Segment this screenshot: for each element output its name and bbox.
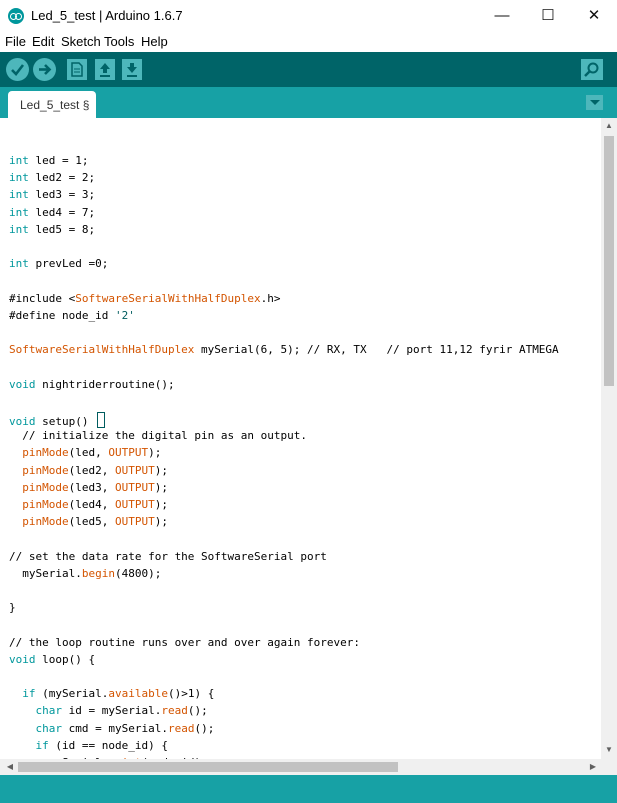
code-line: int prevLed =0; (9, 257, 109, 271)
tab-bar: Led_5_test § (0, 87, 617, 118)
code-line: pinMode(led5, OUTPUT); (22, 515, 168, 529)
menu-edit[interactable]: Edit (32, 34, 54, 49)
menu-bar: File Edit Sketch Tools Help (0, 31, 617, 52)
code-line: #define node_id '2' (9, 308, 135, 322)
magnifier-icon (584, 62, 599, 77)
code-line: if (id == node_id) { (35, 738, 168, 752)
verify-button[interactable] (6, 58, 29, 81)
code-line: int led2 = 2; (9, 171, 96, 185)
open-button[interactable] (95, 59, 115, 80)
serial-monitor-button[interactable] (581, 59, 603, 80)
horizontal-scroll-thumb[interactable] (18, 762, 398, 772)
code-line: pinMode(led2, OUTPUT); (22, 463, 168, 477)
code-line: SoftwareSerialWithHalfDuplex mySerial(6,… (9, 343, 559, 357)
status-bar (0, 775, 617, 803)
scroll-right-icon[interactable]: ▶ (585, 762, 601, 771)
save-button[interactable] (122, 59, 142, 80)
code-line: #include <SoftwareSerialWithHalfDuplex.h… (9, 291, 281, 305)
toolbar (0, 52, 617, 87)
code-line: char id = mySerial.read(); (35, 704, 208, 718)
code-line: pinMode(led4, OUTPUT); (22, 498, 168, 511)
menu-file[interactable]: File (5, 34, 26, 49)
code-line: int led5 = 8; (9, 222, 96, 236)
checkmark-icon (11, 64, 25, 76)
tab-menu-dropdown-icon[interactable] (586, 95, 603, 110)
maximize-button[interactable]: ☐ (525, 0, 571, 31)
code-line: pinMode(led3, OUTPUT); (22, 480, 168, 494)
window-title: Led_5_test | Arduino 1.6.7 (31, 8, 183, 23)
menu-help[interactable]: Help (141, 34, 168, 49)
upload-button[interactable] (33, 58, 56, 81)
menu-tools[interactable]: Tools (104, 34, 134, 49)
code-line: mySerial.begin(4800); (9, 566, 162, 580)
code-line: pinMode(led, OUTPUT); (22, 446, 162, 460)
arduino-logo-icon (8, 8, 24, 24)
scroll-up-icon[interactable]: ▲ (601, 121, 617, 130)
code-line: // set the data rate for the SoftwareSer… (9, 549, 327, 563)
code-line: void loop() { (9, 652, 96, 666)
title-bar: Led_5_test | Arduino 1.6.7 — ☐ ✕ (0, 0, 617, 31)
code-line: if (mySerial.available()>1) { (22, 687, 215, 701)
code-line: } (9, 601, 16, 615)
scrollbar-corner (601, 759, 617, 775)
code-line: char cmd = mySerial.read(); (35, 721, 215, 735)
code-line: // initialize the digital pin as an outp… (9, 429, 308, 443)
tab-led-5-test[interactable]: Led_5_test § (8, 91, 96, 118)
new-file-icon (71, 62, 83, 77)
code-line: int led4 = 7; (9, 205, 96, 219)
code-line: void setup() (9, 412, 106, 428)
code-line: void nightriderroutine(); (9, 377, 175, 391)
scroll-left-icon[interactable]: ◀ (2, 762, 18, 771)
arrow-up-icon (100, 63, 110, 77)
menu-sketch[interactable]: Sketch (61, 34, 101, 49)
code-editor[interactable]: int led = 1; int led2 = 2; int led3 = 3; in… (0, 118, 601, 759)
vertical-scrollbar[interactable]: ▲ ▼ (601, 118, 617, 759)
horizontal-scrollbar[interactable]: ◀ ▶ (0, 759, 601, 775)
minimize-button[interactable]: — (479, 0, 525, 31)
arrow-right-icon (39, 64, 52, 75)
new-button[interactable] (67, 59, 87, 80)
vertical-scroll-thumb[interactable] (604, 136, 614, 386)
bracket-highlight (97, 412, 106, 428)
scroll-down-icon[interactable]: ▼ (601, 745, 617, 754)
code-line: int led = 1; (9, 154, 89, 167)
arrow-down-icon (127, 63, 137, 77)
tab-label: Led_5_test § (20, 98, 90, 112)
close-button[interactable]: ✕ (571, 0, 617, 31)
code-line: // the loop routine runs over and over a… (9, 635, 360, 649)
code-line: int led3 = 3; (9, 188, 96, 202)
